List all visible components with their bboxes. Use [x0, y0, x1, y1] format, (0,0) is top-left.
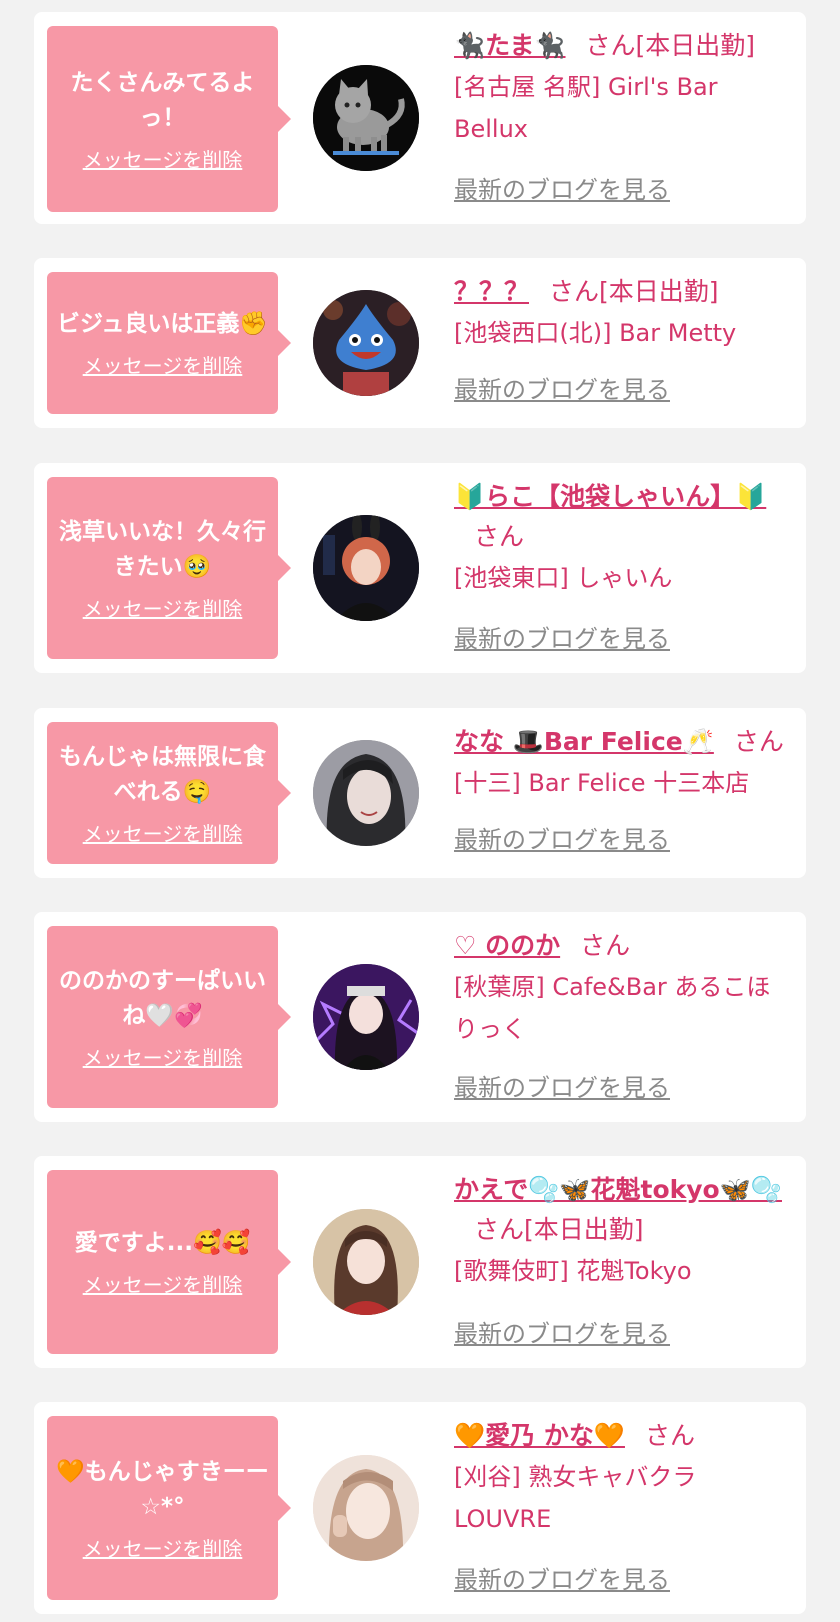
avatar[interactable]	[313, 65, 419, 171]
message-text: ビジュ良いは正義✊	[56, 311, 269, 337]
cast-name-line: ♡ ののか さん	[454, 926, 794, 966]
message-bubble: ビジュ良いは正義✊ メッセージを削除	[47, 272, 291, 414]
store-name: [秋葉原] Cafe&Bar あるこほりっく	[454, 973, 771, 1043]
cat-avatar-image	[313, 65, 419, 171]
cast-name-link[interactable]: 🔰らこ【池袋しゃいん】🔰	[454, 482, 766, 511]
store-name: [十三] Bar Felice 十三本店	[454, 769, 750, 797]
message-bubble: ののかのすーぱいいね🤍💞 メッセージを削除	[47, 926, 291, 1108]
portrait-avatar-image	[313, 740, 419, 846]
cast-info: なな 🎩Bar Felice🥂 さん [十三] Bar Felice 十三本店	[454, 722, 794, 804]
message-text: もんじゃは無限に食べれる🤤	[59, 743, 266, 805]
latest-blog-link[interactable]: 最新のブログを見る	[454, 1314, 670, 1349]
message-card: 🧡もんじゃすきーー☆*° メッセージを削除 🧡愛乃 かな🧡 さん [刈谷] 熟女キ…	[34, 1402, 806, 1614]
bunny-avatar-image	[313, 515, 419, 621]
cast-suffix: さん	[733, 727, 784, 756]
girl-avatar-image	[313, 1209, 419, 1315]
message-text: たくさんみてるよっ！	[70, 69, 255, 131]
message-card: 浅草いいな！久々行きたい🥹 メッセージを削除 🔰らこ【池袋しゃいん】🔰 さん [池…	[34, 463, 806, 673]
cast-name-link[interactable]: かえで🫧🦋花魁tokyo🦋🫧	[454, 1175, 782, 1204]
cast-name-link[interactable]: ♡ ののか	[454, 931, 560, 960]
store-name: [歌舞伎町] 花魁Tokyo	[454, 1257, 692, 1285]
delete-message-link[interactable]: メッセージを削除	[83, 1533, 243, 1562]
latest-blog-link[interactable]: 最新のブログを見る	[454, 820, 670, 855]
cast-name-link[interactable]: ？？？	[454, 277, 529, 306]
cast-info: ？？？ さん[本日出勤] [池袋西口(北)] Bar Metty	[454, 272, 794, 354]
cast-suffix: さん[本日出勤]	[585, 31, 756, 60]
cast-info: ♡ ののか さん [秋葉原] Cafe&Bar あるこほりっく	[454, 926, 794, 1050]
avatar[interactable]	[313, 290, 419, 396]
cast-name-link[interactable]: 🐈‍⬛たま🐈‍⬛	[454, 31, 566, 60]
latest-blog-link[interactable]: 最新のブログを見る	[454, 619, 670, 654]
message-card: ののかのすーぱいいね🤍💞 メッセージを削除 ♡ ののか さん [秋葉原] Cafe…	[34, 912, 806, 1122]
latest-blog-link[interactable]: 最新のブログを見る	[454, 170, 670, 205]
message-bubble: もんじゃは無限に食べれる🤤 メッセージを削除	[47, 722, 291, 864]
message-card: もんじゃは無限に食べれる🤤 メッセージを削除 なな 🎩Bar Felice🥂 さん…	[34, 708, 806, 878]
message-bubble: たくさんみてるよっ！ メッセージを削除	[47, 26, 291, 212]
delete-message-link[interactable]: メッセージを削除	[83, 1269, 243, 1298]
message-text: 浅草いいな！久々行きたい🥹	[59, 518, 266, 580]
store-name: [池袋西口(北)] Bar Metty	[454, 319, 737, 347]
delete-message-link[interactable]: メッセージを削除	[83, 350, 243, 379]
latest-blog-link[interactable]: 最新のブログを見る	[454, 1068, 670, 1103]
cast-name-link[interactable]: 🧡愛乃 かな🧡	[454, 1421, 625, 1450]
cast-info: 🔰らこ【池袋しゃいん】🔰 さん [池袋東口] しゃいん	[454, 477, 794, 599]
cast-suffix: さん	[474, 522, 525, 551]
delete-message-link[interactable]: メッセージを削除	[83, 144, 243, 173]
cast-name-line: 🐈‍⬛たま🐈‍⬛ さん[本日出勤]	[454, 26, 794, 66]
cast-suffix: さん[本日出勤]	[549, 277, 719, 306]
store-name: [刈谷] 熟女キャバクラ LOUVRE	[454, 1463, 697, 1533]
woman-avatar-image	[313, 1455, 419, 1561]
slime-avatar-image	[313, 290, 419, 396]
message-card: 愛ですよ...🥰🥰 メッセージを削除 かえで🫧🦋花魁tokyo🦋🫧 さん[本日出勤…	[34, 1156, 806, 1368]
latest-blog-link[interactable]: 最新のブログを見る	[454, 370, 670, 405]
cast-suffix: さん	[644, 1421, 695, 1450]
delete-message-link[interactable]: メッセージを削除	[83, 1042, 243, 1071]
delete-message-link[interactable]: メッセージを削除	[83, 593, 243, 622]
cast-info: かえで🫧🦋花魁tokyo🦋🫧 さん[本日出勤] [歌舞伎町] 花魁Tokyo	[454, 1170, 794, 1292]
message-bubble: 🧡もんじゃすきーー☆*° メッセージを削除	[47, 1416, 291, 1600]
cast-info: 🧡愛乃 かな🧡 さん [刈谷] 熟女キャバクラ LOUVRE	[454, 1416, 794, 1540]
message-bubble: 愛ですよ...🥰🥰 メッセージを削除	[47, 1170, 291, 1354]
message-card: ビジュ良いは正義✊ メッセージを削除 ？？？ さん[本日出勤] [池袋西口(北)]…	[34, 258, 806, 428]
store-name: [名古屋 名駅] Girl's Bar Bellux	[454, 73, 718, 143]
message-list: たくさんみてるよっ！ メッセージを削除 🐈‍⬛たま🐈	[0, 0, 840, 1622]
cast-name-line: かえで🫧🦋花魁tokyo🦋🫧 さん[本日出勤]	[454, 1170, 794, 1250]
store-name: [池袋東口] しゃいん	[454, 564, 673, 592]
cast-suffix: さん	[580, 931, 631, 960]
cast-name-line: 🔰らこ【池袋しゃいん】🔰 さん	[454, 477, 794, 557]
cast-name-line: 🧡愛乃 かな🧡 さん	[454, 1416, 794, 1456]
cast-info: 🐈‍⬛たま🐈‍⬛ さん[本日出勤] [名古屋 名駅] Girl's Bar Bel…	[454, 26, 794, 150]
message-text: ののかのすーぱいいね🤍💞	[59, 967, 266, 1029]
message-text: 🧡もんじゃすきーー☆*°	[56, 1458, 269, 1520]
avatar[interactable]	[313, 1455, 419, 1561]
cast-name-line: ？？？ さん[本日出勤]	[454, 272, 794, 312]
message-text: 愛ですよ...🥰🥰	[74, 1230, 251, 1256]
latest-blog-link[interactable]: 最新のブログを見る	[454, 1560, 670, 1595]
avatar[interactable]	[313, 964, 419, 1070]
avatar[interactable]	[313, 740, 419, 846]
avatar[interactable]	[313, 515, 419, 621]
delete-message-link[interactable]: メッセージを削除	[83, 818, 243, 847]
idol-avatar-image	[313, 964, 419, 1070]
message-card: たくさんみてるよっ！ メッセージを削除 🐈‍⬛たま🐈	[34, 12, 806, 224]
avatar[interactable]	[313, 1209, 419, 1315]
cast-name-line: なな 🎩Bar Felice🥂 さん	[454, 722, 794, 762]
cast-suffix: さん[本日出勤]	[474, 1215, 644, 1244]
message-bubble: 浅草いいな！久々行きたい🥹 メッセージを削除	[47, 477, 291, 659]
cast-name-link[interactable]: なな 🎩Bar Felice🥂	[454, 727, 714, 756]
